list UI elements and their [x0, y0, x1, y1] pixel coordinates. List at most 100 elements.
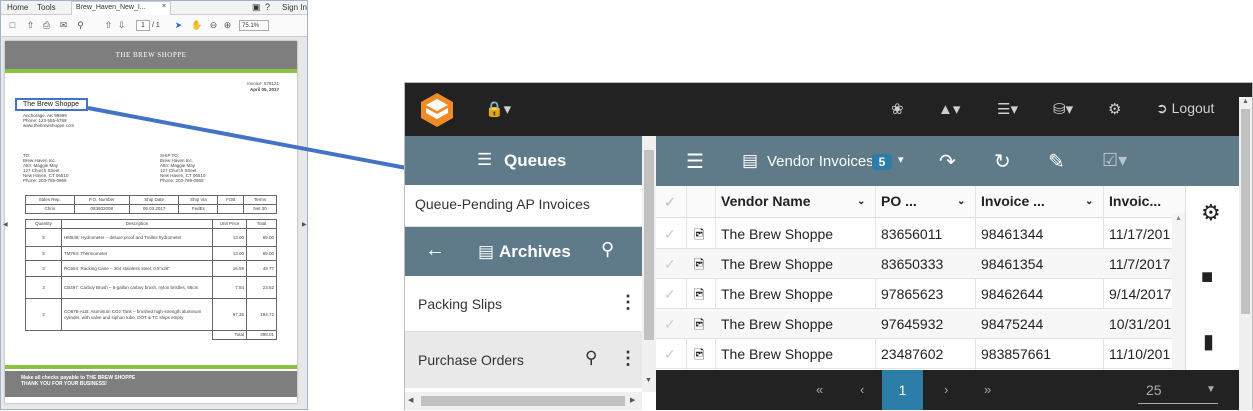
logout-icon: ➲	[1156, 100, 1168, 116]
scroll-up-icon[interactable]: ▲	[1242, 98, 1249, 105]
table-row[interactable]: ✓ 🖻 The Brew Shoppe 83650333 98461354 11…	[656, 249, 1185, 279]
left-scrollbar-thumb[interactable]	[644, 150, 654, 340]
cell-vendor-name: The Brew Shoppe	[721, 226, 834, 242]
edit-pencil-icon[interactable]: ✎	[1048, 149, 1065, 174]
cell-po: 83656011	[881, 226, 943, 242]
column-header-po[interactable]: PO ...	[881, 193, 917, 209]
lock-menu-icon[interactable]: 🔒▾	[485, 100, 511, 118]
database-menu-icon[interactable]: ⛁▾	[1053, 100, 1073, 118]
archives-header: ← ▤ Archives ⚲	[405, 227, 642, 276]
logout-button[interactable]: ➲ Logout	[1156, 100, 1214, 117]
back-arrow-icon[interactable]: ←	[425, 239, 445, 262]
first-page-button[interactable]: «	[816, 382, 823, 397]
column-header-vendor-name[interactable]: Vendor Name	[721, 193, 871, 209]
left-hscrollbar-thumb[interactable]	[421, 396, 625, 406]
main-header: ☰ ▤ Vendor Invoices 5 ▾ ↷ ↻ ✎ ☑▾	[656, 136, 1239, 186]
image-icon[interactable]: 🖻	[694, 286, 704, 308]
table-row[interactable]: ✓ 🖻 The Brew Shoppe 97645932 98475244 10…	[656, 309, 1185, 339]
share-redo-icon[interactable]: ↷	[939, 149, 956, 174]
chevron-down-icon[interactable]: ▾	[898, 153, 904, 166]
archive-box-icon: ▤	[742, 151, 759, 170]
queues-list-icon: ☰	[477, 150, 493, 169]
window-scrollbar[interactable]: ▲	[1239, 97, 1252, 410]
search-icon[interactable]: ⚲	[585, 348, 597, 368]
last-page-button[interactable]: »	[984, 382, 991, 397]
current-page-button[interactable]: 1	[882, 370, 923, 410]
sort-chevron-icon[interactable]: ⌄	[957, 196, 965, 207]
grid-header-row: ✓ Vendor Name ⌄ PO ... ⌄ Invoice ... ⌄ I…	[656, 186, 1185, 218]
top-navbar: 🔒▾ ❀ ▲▾ ☰▾ ⛁▾ ⚙ ➲ Logout	[405, 83, 1252, 136]
row-checkbox[interactable]: ✓	[664, 286, 676, 303]
archives-title: Archives	[499, 242, 571, 261]
left-hscrollbar[interactable]: ◀ ▶	[405, 392, 642, 410]
folder-icon[interactable]: ■	[1201, 266, 1213, 289]
image-icon[interactable]: 🖻	[694, 256, 704, 278]
clipboard-check-icon[interactable]: ☑▾	[1102, 150, 1127, 171]
cell-po: 97645932	[881, 316, 944, 332]
pagination-bar: « ‹ 1 › » 25 ▼	[656, 370, 1239, 410]
prev-page-button[interactable]: ‹	[860, 382, 864, 397]
archive-item-purchase-orders[interactable]: Purchase Orders ⚲ ⋮	[405, 332, 642, 388]
cell-vendor-name: The Brew Shoppe	[721, 346, 834, 362]
cell-invoice-number: 98462644	[981, 286, 1044, 302]
archive-search-icon[interactable]: ⚲	[601, 239, 614, 260]
refresh-icon[interactable]: ↻	[994, 149, 1011, 174]
count-badge: 5	[872, 154, 892, 170]
archive-item-label: Packing Slips	[418, 296, 503, 312]
hamburger-menu-icon[interactable]: ☰	[686, 149, 704, 174]
column-header-invoice-date[interactable]: Invoic...	[1109, 193, 1185, 209]
image-icon[interactable]: 🖻	[694, 226, 704, 248]
row-checkbox[interactable]: ✓	[664, 256, 676, 273]
image-icon[interactable]: 🖻	[694, 316, 704, 338]
cell-vendor-name: The Brew Shoppe	[721, 286, 834, 302]
cell-po: 83650333	[881, 256, 944, 272]
table-row[interactable]: ✓ 🖻 The Brew Shoppe 83656011 98461344 11…	[656, 219, 1185, 249]
logout-label: Logout	[1171, 100, 1215, 116]
row-checkbox[interactable]: ✓	[664, 346, 676, 363]
cell-invoice-number: 983857661	[981, 346, 1052, 362]
kebab-menu-icon[interactable]: ⋮	[619, 348, 637, 369]
select-all-checkbox[interactable]: ✓	[664, 194, 676, 211]
left-scrollbar[interactable]: ▼	[642, 136, 656, 392]
grid-scrollbar[interactable]: ▲	[1172, 213, 1185, 370]
gear-icon[interactable]: ⚙	[1201, 200, 1221, 226]
chart-menu-icon[interactable]: ▲▾	[938, 100, 960, 118]
page-size-value: 25	[1146, 382, 1162, 398]
sort-chevron-icon[interactable]: ⌄	[1085, 196, 1093, 207]
cell-po: 23487602	[881, 346, 944, 362]
document-app-window: 🔒▾ ❀ ▲▾ ☰▾ ⛁▾ ⚙ ➲ Logout ☰ Queues Queue-…	[404, 82, 1253, 411]
puzzle-icon[interactable]: ❀	[891, 100, 904, 118]
row-checkbox[interactable]: ✓	[664, 316, 676, 333]
queue-item[interactable]: Queue-Pending AP Invoices	[405, 185, 642, 227]
queues-title: Queues	[504, 151, 567, 170]
cell-po: 97865623	[881, 286, 944, 302]
archive-item-packing-slips[interactable]: Packing Slips ⋮	[405, 276, 642, 332]
main-title[interactable]: Vendor Invoices	[767, 153, 874, 170]
app-logo-icon[interactable]	[419, 91, 455, 129]
scroll-right-icon[interactable]: ▶	[630, 396, 635, 404]
cell-invoice-number: 98461354	[981, 256, 1044, 272]
table-row[interactable]: ✓ 🖻 The Brew Shoppe 97865623 98462644 9/…	[656, 279, 1185, 309]
right-action-rail: ⚙ ■ ▮	[1185, 186, 1239, 370]
caret-down-icon: ▼	[1206, 384, 1216, 395]
cell-invoice-number: 98475244	[981, 316, 1044, 332]
queues-header: ☰ Queues	[405, 136, 642, 185]
row-checkbox[interactable]: ✓	[664, 226, 676, 243]
left-panel: ☰ Queues Queue-Pending AP Invoices ← ▤ A…	[405, 136, 656, 411]
scroll-up-icon[interactable]: ▲	[1175, 215, 1182, 222]
settings-cogs-icon[interactable]: ⚙	[1108, 100, 1121, 118]
page-size-select[interactable]: 25 ▼	[1138, 380, 1218, 404]
kebab-menu-icon[interactable]: ⋮	[619, 292, 637, 313]
cell-vendor-name: The Brew Shoppe	[721, 316, 834, 332]
list-menu-icon[interactable]: ☰▾	[997, 100, 1018, 118]
archive-item-label: Purchase Orders	[418, 352, 524, 368]
column-header-invoice-number[interactable]: Invoice ...	[981, 193, 1045, 209]
image-icon[interactable]: 🖻	[694, 346, 704, 368]
window-scrollbar-thumb[interactable]	[1241, 109, 1250, 314]
table-row[interactable]: ✓ 🖻 The Brew Shoppe 23487602 983857661 1…	[656, 339, 1185, 369]
scroll-down-icon[interactable]: ▼	[645, 377, 652, 384]
sort-chevron-icon[interactable]: ⌄	[857, 196, 865, 207]
scroll-left-icon[interactable]: ◀	[408, 396, 413, 404]
next-page-button[interactable]: ›	[944, 382, 948, 397]
document-icon[interactable]: ▮	[1203, 329, 1214, 354]
